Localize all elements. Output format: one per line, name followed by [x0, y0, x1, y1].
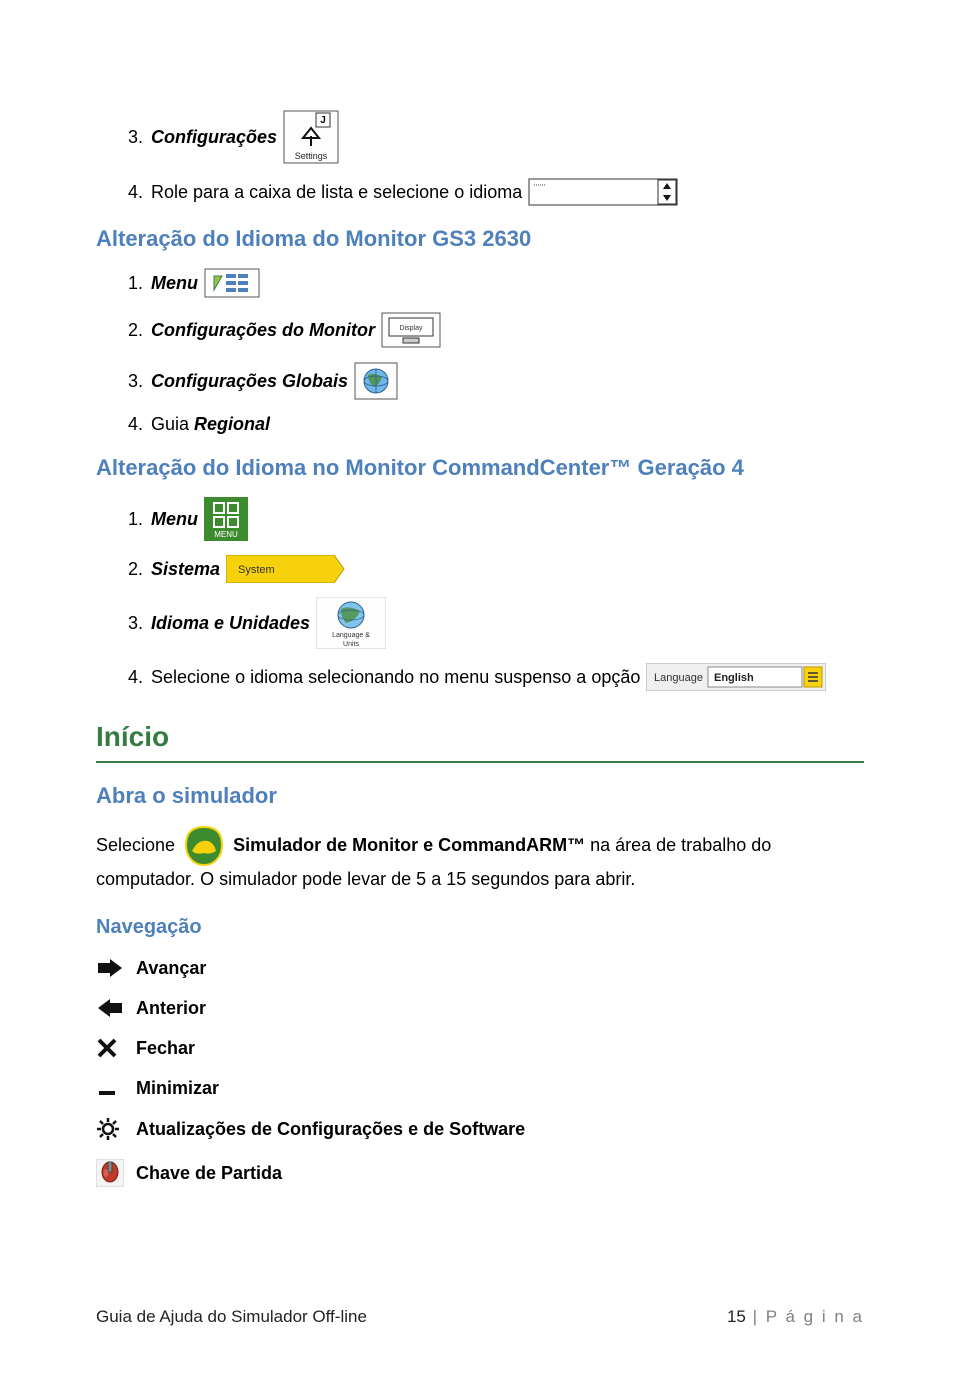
gear-icon	[96, 1117, 136, 1141]
system-tab-icon: System	[226, 555, 346, 583]
nav-fechar: Fechar	[96, 1037, 864, 1059]
step-label: Role para a caixa de lista e selecione o…	[151, 182, 522, 203]
heading-rule	[96, 761, 864, 763]
svg-text:English: English	[714, 672, 754, 684]
step-4-role: 4. Role para a caixa de lista e selecion…	[128, 178, 864, 206]
nav-label: Chave de Partida	[136, 1163, 282, 1184]
gs3-step-3: 3. Configurações Globais	[128, 362, 864, 400]
svg-text:Display: Display	[400, 325, 423, 332]
minimize-icon	[96, 1077, 136, 1099]
nav-avancar: Avançar	[96, 957, 864, 979]
heading-nav: Navegação	[96, 916, 864, 939]
nav-label: Avançar	[136, 958, 206, 979]
arrow-left-icon	[96, 997, 136, 1019]
menu-grid-icon	[204, 268, 260, 298]
display-config-icon: Display	[381, 312, 441, 348]
selecione-bold: Simulador de Monitor e CommandARM™	[233, 835, 585, 855]
deere-logo-icon	[180, 825, 228, 867]
key-red-icon	[96, 1159, 136, 1187]
step-num: 3.	[128, 613, 143, 634]
footer-right: 15 | P á g i n a	[727, 1307, 864, 1327]
svg-text:Settings: Settings	[295, 151, 328, 161]
step-num: 4.	[128, 414, 143, 435]
nav-chave: Chave de Partida	[96, 1159, 864, 1187]
step-num: 3.	[128, 371, 143, 392]
listbox-icon	[528, 178, 678, 206]
nav-minimizar: Minimizar	[96, 1077, 864, 1099]
step-label: Configurações Globais	[151, 371, 348, 392]
step-3-configuracoes: 3. Configurações J Settings	[128, 110, 864, 164]
nav-label: Atualizações de Configurações e de Softw…	[136, 1119, 525, 1140]
nav-label: Anterior	[136, 998, 206, 1019]
svg-text:Language: Language	[654, 672, 703, 684]
svg-text:MENU: MENU	[214, 530, 238, 539]
step-num: 1.	[128, 509, 143, 530]
menu-green-icon: MENU	[204, 497, 248, 541]
gs3-step-2: 2. Configurações do Monitor Display	[128, 312, 864, 348]
cc4-step-2: 2. Sistema System	[128, 555, 864, 583]
step-num: 4.	[128, 182, 143, 203]
heading-cc4: Alteração do Idioma no Monitor CommandCe…	[96, 455, 864, 481]
step-num: 2.	[128, 559, 143, 580]
settings-icon: J Settings	[283, 110, 339, 164]
lang-units-icon: Language & Units	[316, 597, 386, 649]
heading-abra: Abra o simulador	[96, 783, 864, 809]
cc4-step-4: 4. Selecione o idioma selecionando no me…	[128, 663, 864, 691]
svg-text:J: J	[320, 115, 326, 126]
heading-inicio: Início	[96, 721, 864, 753]
step-label: Menu	[151, 509, 198, 530]
footer-left: Guia de Ajuda do Simulador Off-line	[96, 1307, 367, 1327]
gs3-step-4: 4. Guia Regional	[128, 414, 864, 435]
cc4-step-1: 1. Menu MENU	[128, 497, 864, 541]
nav-anterior: Anterior	[96, 997, 864, 1019]
svg-text:Units: Units	[343, 641, 359, 648]
step-label: Menu	[151, 273, 198, 294]
arrow-right-icon	[96, 957, 136, 979]
step-label: Idioma e Unidades	[151, 613, 310, 634]
svg-text:Language &: Language &	[332, 632, 370, 639]
close-icon	[96, 1037, 136, 1059]
heading-gs3: Alteração do Idioma do Monitor GS3 2630	[96, 226, 864, 252]
step-label: Configurações do Monitor	[151, 320, 375, 341]
language-dropdown-icon: Language English	[646, 663, 826, 691]
step-label: Guia Regional	[151, 414, 270, 435]
step-num: 1.	[128, 273, 143, 294]
selecione-paragraph: Selecione Simulador de Monitor e Command…	[96, 825, 864, 892]
selecione-before: Selecione	[96, 835, 180, 855]
nav-label: Minimizar	[136, 1078, 219, 1099]
step-num: 3.	[128, 127, 143, 148]
svg-text:System: System	[238, 564, 275, 576]
nav-label: Fechar	[136, 1038, 195, 1059]
cc4-step-3: 3. Idioma e Unidades Language & Units	[128, 597, 864, 649]
page-footer: Guia de Ajuda do Simulador Off-line 15 |…	[96, 1307, 864, 1327]
globe-icon	[354, 362, 398, 400]
step-num: 2.	[128, 320, 143, 341]
step-label: Sistema	[151, 559, 220, 580]
nav-atualizacoes: Atualizações de Configurações e de Softw…	[96, 1117, 864, 1141]
gs3-step-1: 1. Menu	[128, 268, 864, 298]
step-label: Selecione o idioma selecionando no menu …	[151, 667, 640, 688]
step-num: 4.	[128, 667, 143, 688]
step-label: Configurações	[151, 127, 277, 148]
